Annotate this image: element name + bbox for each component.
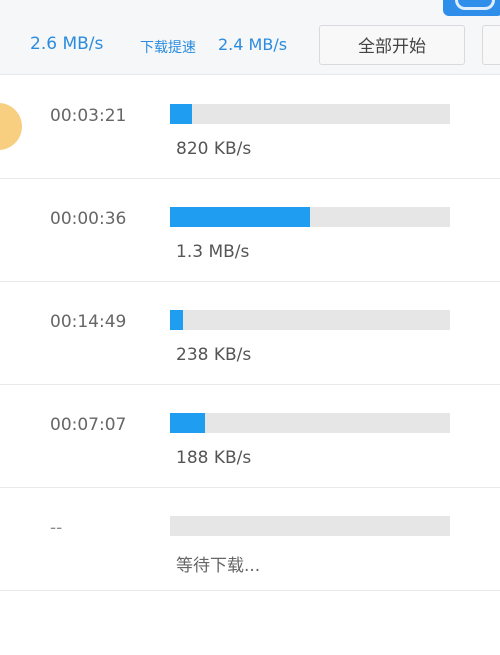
download-speed-text: 238 KB/s: [176, 345, 252, 365]
download-manager-screen: 2.6 MB/s 下载提速 2.4 MB/s 全部开始 00:03:21 820…: [0, 0, 500, 655]
download-status-text: 等待下载...: [176, 556, 261, 576]
download-accelerate-label[interactable]: 下载提速: [140, 37, 196, 57]
download-row[interactable]: 00:14:49 238 KB/s: [0, 281, 500, 385]
toolbar-edge-button[interactable]: [482, 25, 500, 65]
progress-bar: [170, 104, 450, 124]
download-row[interactable]: -- 等待下载...: [0, 487, 500, 591]
progress-bar: [170, 207, 450, 227]
download-row[interactable]: 00:07:07 188 KB/s: [0, 384, 500, 488]
download-row[interactable]: 00:03:21 820 KB/s: [0, 75, 500, 179]
download-speed-text: 188 KB/s: [176, 448, 252, 468]
total-speed: 2.6 MB/s: [30, 34, 104, 54]
progress-bar: [170, 516, 450, 536]
remaining-time: 00:03:21: [50, 106, 127, 126]
remaining-time: 00:07:07: [50, 415, 127, 435]
start-all-button[interactable]: 全部开始: [319, 25, 465, 65]
toolbar: 2.6 MB/s 下载提速 2.4 MB/s 全部开始: [0, 0, 500, 75]
progress-fill: [170, 104, 193, 124]
progress-fill: [170, 207, 310, 227]
progress-bar: [170, 310, 450, 330]
progress-bar: [170, 413, 450, 433]
download-speed-text: 1.3 MB/s: [176, 242, 250, 262]
download-speed-text: 820 KB/s: [176, 139, 252, 159]
progress-fill: [170, 413, 205, 433]
download-row[interactable]: 00:00:36 1.3 MB/s: [0, 178, 500, 282]
app-icon: [443, 0, 500, 16]
remaining-time: 00:00:36: [50, 209, 127, 229]
progress-fill: [170, 310, 183, 330]
remaining-time: --: [50, 518, 63, 538]
remaining-time: 00:14:49: [50, 312, 127, 332]
download-speed: 2.4 MB/s: [218, 35, 288, 54]
